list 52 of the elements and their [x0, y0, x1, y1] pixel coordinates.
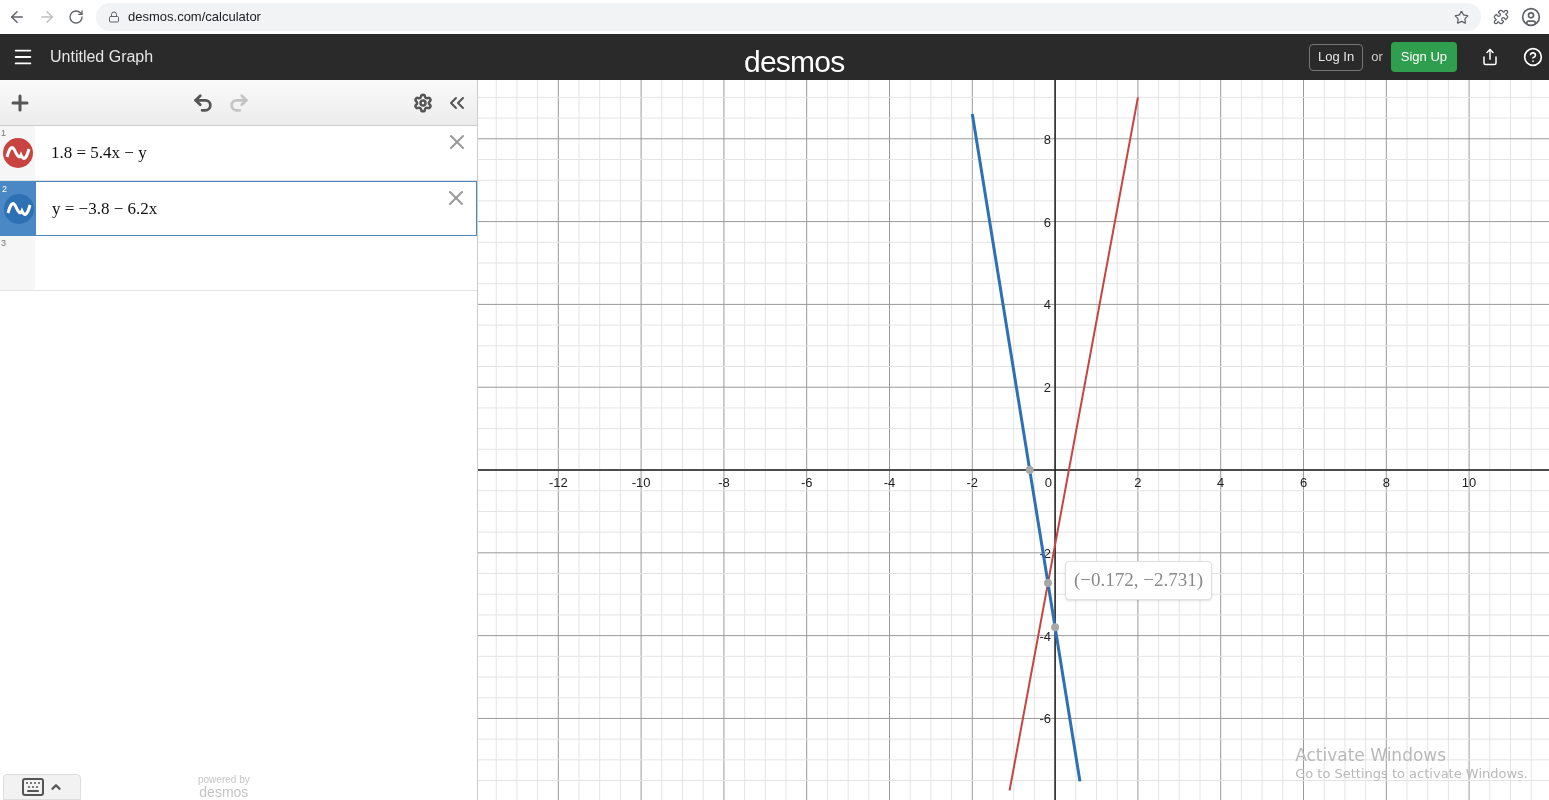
tick-label: 2 — [1043, 380, 1052, 396]
lock-icon — [108, 11, 120, 23]
undo-icon[interactable] — [192, 91, 214, 114]
keyboard-button[interactable] — [3, 774, 81, 800]
tick-label: 6 — [1299, 475, 1308, 490]
tick-label: -4 — [1039, 628, 1052, 644]
tick-label: 8 — [1382, 475, 1390, 490]
activation-title: Activate Windows — [1295, 744, 1448, 766]
intercept-marker[interactable] — [1025, 466, 1034, 474]
wave-icon[interactable] — [3, 193, 34, 224]
keyboard-icon — [21, 775, 45, 799]
footer-logo: desmos — [199, 785, 249, 799]
row-number: 1 — [1, 127, 6, 140]
tick-label: -6 — [1039, 711, 1052, 727]
back-icon[interactable] — [8, 8, 26, 26]
powered-by-text: powered by — [198, 775, 250, 785]
expression-row[interactable]: 2 y = −3.8 − 6.2x — [0, 181, 477, 236]
wave-icon[interactable] — [2, 138, 33, 168]
profile-icon[interactable] — [1521, 7, 1541, 27]
row-number: 3 — [1, 237, 6, 250]
tick-label: -10 — [631, 475, 651, 490]
star-icon[interactable] — [1454, 9, 1469, 25]
tick-label: -4 — [883, 475, 896, 490]
expression-text[interactable]: y = −3.8 − 6.2x — [52, 195, 158, 222]
tick-label: -8 — [718, 475, 730, 490]
tick-label: -12 — [548, 475, 568, 490]
row-number: 2 — [2, 183, 7, 196]
point-marker[interactable] — [1044, 579, 1052, 588]
tick-label: 6 — [1043, 214, 1052, 230]
tick-label: -2 — [966, 475, 979, 490]
tick-label: 2 — [1134, 475, 1142, 490]
reload-icon[interactable] — [68, 9, 84, 25]
share-icon[interactable] — [1481, 48, 1499, 66]
settings-icon[interactable] — [413, 92, 433, 113]
point-coordinates: (−0.172, −2.731) — [1065, 561, 1213, 600]
help-icon[interactable] — [1523, 47, 1543, 67]
tick-label: 0 — [1044, 475, 1053, 490]
tick-label: 4 — [1043, 297, 1052, 313]
logo: desmos — [744, 44, 845, 80]
or-text: or — [1371, 48, 1383, 67]
expression-row[interactable]: 3 — [0, 236, 477, 291]
expression-text[interactable]: 1.8 = 5.4x − y — [51, 140, 147, 166]
intercept-marker[interactable] — [1051, 623, 1060, 632]
graph-title[interactable]: Untitled Graph — [50, 45, 154, 69]
url-text: desmos.com/calculator — [128, 8, 262, 27]
tick-label: -6 — [800, 475, 813, 490]
address-bar[interactable]: desmos.com/calculator — [96, 3, 1481, 31]
tick-label: 8 — [1043, 131, 1052, 147]
extensions-icon[interactable] — [1493, 9, 1509, 25]
tick-label: 4 — [1217, 475, 1225, 490]
tick-label: 10 — [1461, 475, 1477, 490]
login-button[interactable]: Log In — [1309, 43, 1364, 71]
